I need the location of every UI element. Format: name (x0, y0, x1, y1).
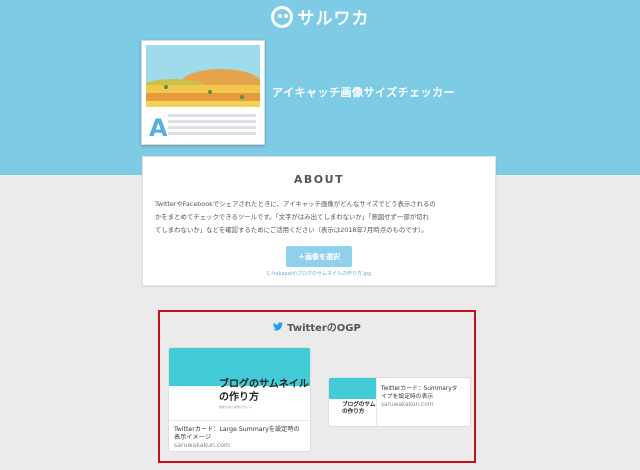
twitter-summary-card-preview: ブログのサム の作り方 Twitterカード：Summaryタ イプを設定時の表… (328, 377, 471, 427)
landscape-thumbnail-icon: A (146, 45, 260, 140)
summary-card-image-title-line: の作り方 (342, 409, 365, 415)
large-card-description: Twitterカード：Large Summaryを設定時の (174, 426, 300, 433)
summary-card-domain: saruwakakun.com (381, 402, 434, 408)
ogp-heading-text: TwitterのOGP (287, 323, 361, 334)
selected-file-path: C:\takapahi\ブログのサムネイルの作り方.jpg (266, 271, 372, 277)
summary-card-image-title: ブログのサム の作り方 (342, 402, 375, 416)
large-card-image: ブログのサムネイル の作り方 技術の初心者向けガイド (169, 348, 310, 420)
twitter-ogp-section: TwitterのOGP ブログのサムネイル の作り方 技術の初心者向けガイド T… (158, 310, 476, 463)
site-logo[interactable]: サルワカ (0, 4, 640, 29)
summary-card-body: Twitterカード：Summaryタ イプを設定時の表示 saruwakaku… (377, 378, 461, 426)
ogp-heading: TwitterのOGP (160, 319, 474, 334)
app-title: アイキャッチ画像サイズチェッカー (272, 86, 456, 99)
large-card-image-title: ブログのサムネイル の作り方 (219, 378, 309, 404)
about-line: かをまとめてチェックできるツールです。「文字がはみ出てしまわないか」「意図せず一… (155, 213, 429, 221)
default-thumbnail: A (141, 40, 265, 145)
about-line: TwitterやFacebookでシェアされたときに、アイキャッチ画像がどんなサ… (155, 200, 436, 208)
large-card-image-title-line: ブログのサムネイル (219, 379, 309, 390)
large-card-description: 表示イメージ (174, 434, 212, 441)
twitter-large-card-preview: ブログのサムネイル の作り方 技術の初心者向けガイド Twitterカード：La… (168, 347, 311, 452)
svg-text:A: A (149, 114, 168, 140)
saruwaka-logo-icon (270, 5, 293, 28)
large-card-image-title-line: の作り方 (219, 392, 259, 403)
about-line: てしまわないか」などを確認するためにご活用ください（表示は2018年7月時点のも… (155, 226, 428, 234)
large-card-body: Twitterカード：Large Summaryを設定時の 表示イメージ sar… (169, 420, 310, 451)
summary-card-description: イプを設定時の表示 (381, 394, 434, 400)
large-card-image-subtitle: 技術の初心者向けガイド (219, 405, 253, 409)
logo-text: サルワカ (297, 9, 370, 29)
summary-card-description: Twitterカード：Summaryタ (381, 386, 458, 392)
twitter-bird-icon (273, 322, 284, 331)
select-image-button[interactable]: ＋画像を選択 (286, 246, 352, 267)
large-card-domain: saruwakakun.com (174, 442, 231, 449)
summary-card-image-title-line: ブログのサム (342, 402, 376, 408)
about-description: TwitterやFacebookでシェアされたときに、アイキャッチ画像がどんなサ… (143, 198, 495, 237)
summary-card-image: ブログのサム の作り方 (329, 378, 377, 426)
about-panel: ABOUT TwitterやFacebookでシェアされたときに、アイキャッチ画… (142, 156, 496, 286)
about-heading: ABOUT (293, 173, 345, 186)
